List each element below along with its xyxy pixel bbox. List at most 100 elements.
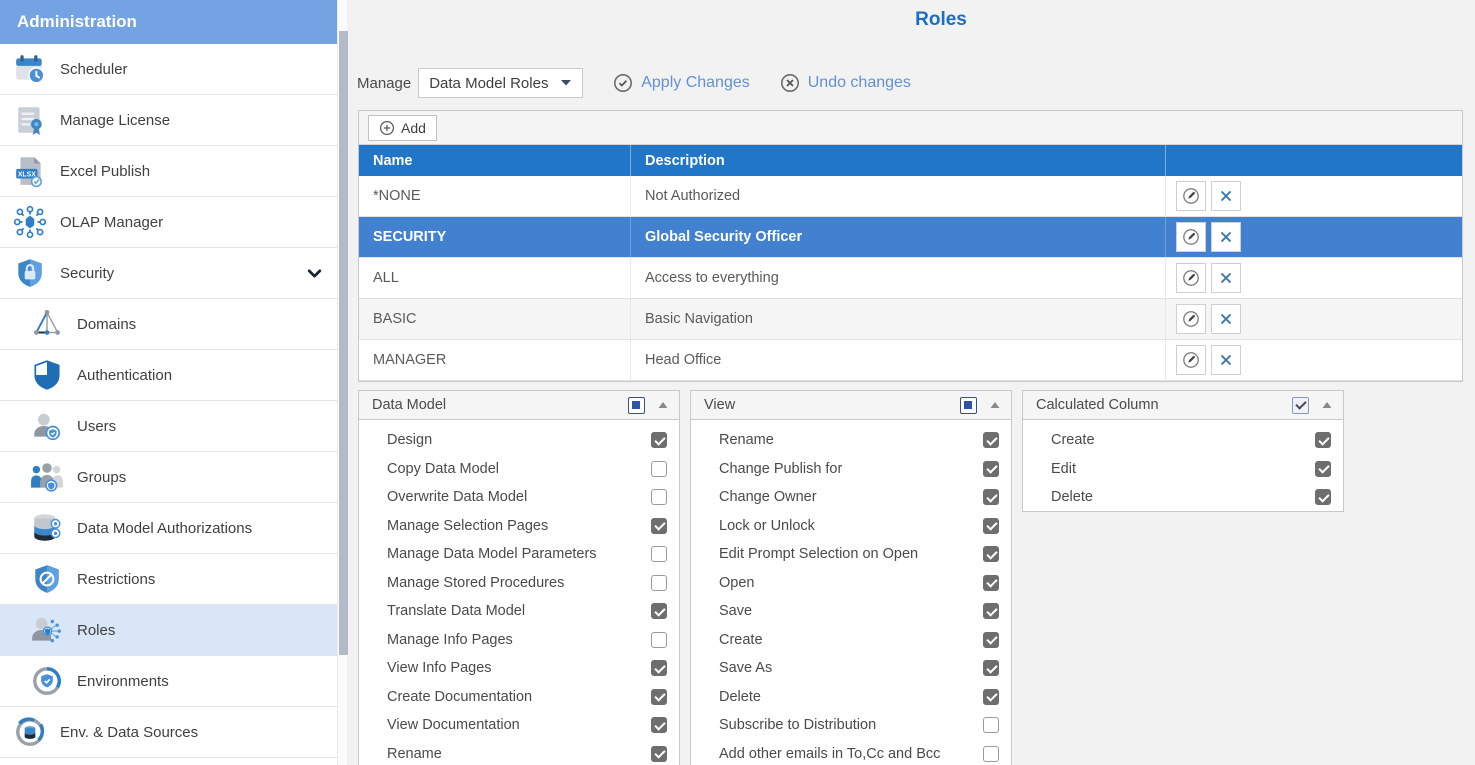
delete-role-button[interactable] [1211, 222, 1241, 252]
edit-role-button[interactable] [1176, 263, 1206, 293]
sidebar-item-manage-license[interactable]: Manage License [0, 95, 337, 146]
role-description-cell: Not Authorized [631, 176, 1166, 216]
chevron-down-icon[interactable] [306, 265, 323, 282]
environments-icon [30, 664, 64, 698]
column-header-name[interactable]: Name [359, 145, 631, 176]
column-header-actions[interactable] [1166, 145, 1462, 176]
sidebar-item-environments[interactable]: Environments [0, 656, 337, 707]
permission-checkbox[interactable] [983, 432, 999, 448]
sidebar-item-authentication[interactable]: Authentication [0, 350, 337, 401]
manage-roles-dropdown[interactable]: Data Model Roles [418, 68, 583, 98]
permission-checkbox[interactable] [651, 461, 667, 477]
permission-checkbox[interactable] [651, 489, 667, 505]
permission-checkbox[interactable] [983, 461, 999, 477]
sidebar-item-olap-manager[interactable]: OLAP Manager [0, 197, 337, 248]
column-header-description[interactable]: Description [631, 145, 1166, 176]
sidebar-item-label: Authentication [77, 367, 172, 384]
permission-checkbox[interactable] [651, 660, 667, 676]
permission-item: Lock or Unlock [691, 512, 1011, 541]
permission-item: Open [691, 569, 1011, 598]
delete-role-button[interactable] [1211, 345, 1241, 375]
delete-role-button[interactable] [1211, 181, 1241, 211]
sidebar-item-scheduler[interactable]: Scheduler [0, 44, 337, 95]
role-actions-cell [1166, 176, 1462, 216]
sidebar-item-excel-publish[interactable]: XLSXExcel Publish [0, 146, 337, 197]
permission-item: View Documentation [359, 711, 679, 740]
role-name-cell: SECURITY [359, 217, 631, 257]
permission-item: View Info Pages [359, 654, 679, 683]
table-row-manager[interactable]: MANAGERHead Office [359, 340, 1462, 381]
role-actions-cell [1166, 299, 1462, 339]
permission-label: Manage Selection Pages [387, 518, 651, 534]
permission-checkbox[interactable] [651, 432, 667, 448]
role-actions-cell [1166, 217, 1462, 257]
permission-checkbox[interactable] [983, 746, 999, 762]
edit-role-button[interactable] [1176, 304, 1206, 334]
permission-checkbox[interactable] [651, 746, 667, 762]
permission-checkbox[interactable] [983, 660, 999, 676]
edit-role-button[interactable] [1176, 345, 1206, 375]
permission-checkbox[interactable] [1315, 461, 1331, 477]
permission-item: Change Owner [691, 483, 1011, 512]
permission-checkbox[interactable] [651, 689, 667, 705]
sidebar-item-env-data-sources[interactable]: Env. & Data Sources [0, 707, 337, 758]
add-role-button[interactable]: Add [368, 115, 437, 141]
excel-publish-icon: XLSX [13, 154, 47, 188]
permission-checkbox[interactable] [651, 603, 667, 619]
collapse-arrow-icon[interactable] [1322, 401, 1332, 409]
apply-changes-button[interactable]: Apply Changes [613, 73, 750, 93]
sidebar-scrollbar[interactable] [337, 0, 347, 765]
permission-checkbox[interactable] [983, 575, 999, 591]
permission-checkbox[interactable] [983, 689, 999, 705]
table-row-security[interactable]: SECURITYGlobal Security Officer [359, 217, 1462, 258]
sidebar-item-roles[interactable]: Roles [0, 605, 337, 656]
permission-checkbox[interactable] [651, 717, 667, 733]
sidebar-item-data-model-authorizations[interactable]: Data Model Authorizations [0, 503, 337, 554]
permission-checkbox[interactable] [983, 717, 999, 733]
permission-checkbox[interactable] [1315, 489, 1331, 505]
table-row-basic[interactable]: BASICBasic Navigation [359, 299, 1462, 340]
permission-checkbox[interactable] [651, 518, 667, 534]
delete-role-button[interactable] [1211, 304, 1241, 334]
permission-checkbox[interactable] [983, 632, 999, 648]
edit-role-button[interactable] [1176, 222, 1206, 252]
permission-checkbox[interactable] [1315, 432, 1331, 448]
role-description-cell: Global Security Officer [631, 217, 1166, 257]
collapse-arrow-icon[interactable] [658, 401, 668, 409]
panel-header: Data Model [358, 390, 680, 420]
permission-item: Add other emails in To,Cc and Bcc [691, 740, 1011, 765]
permission-checkbox[interactable] [651, 632, 667, 648]
delete-role-button[interactable] [1211, 263, 1241, 293]
permission-checkbox[interactable] [983, 603, 999, 619]
table-row-all[interactable]: ALLAccess to everything [359, 258, 1462, 299]
sidebar-item-label: Domains [77, 316, 136, 333]
sidebar-item-groups[interactable]: Groups [0, 452, 337, 503]
sidebar-item-label: Security [60, 265, 114, 282]
permission-checkbox[interactable] [651, 575, 667, 591]
sidebar-item-domains[interactable]: Domains [0, 299, 337, 350]
domains-icon [30, 307, 64, 341]
permission-item: Rename [691, 426, 1011, 455]
main-content: Roles Manage Data Model Roles Apply Chan… [347, 0, 1475, 765]
select-all-checkbox[interactable] [1292, 397, 1309, 414]
permission-checkbox[interactable] [651, 546, 667, 562]
permission-checkbox[interactable] [983, 546, 999, 562]
permission-checkbox[interactable] [983, 489, 999, 505]
sidebar-item-users[interactable]: Users [0, 401, 337, 452]
sidebar-item-label: Groups [77, 469, 126, 486]
collapse-arrow-icon[interactable] [990, 401, 1000, 409]
select-all-checkbox[interactable] [960, 397, 977, 414]
permission-checkbox[interactable] [983, 518, 999, 534]
permission-item: Edit [1023, 455, 1343, 484]
permission-item: Subscribe to Distribution [691, 711, 1011, 740]
sidebar-item-label: Environments [77, 673, 169, 690]
sidebar-item-security[interactable]: Security [0, 248, 337, 299]
permission-label: Copy Data Model [387, 461, 651, 477]
table-body: *NONENot AuthorizedSECURITYGlobal Securi… [359, 176, 1462, 381]
panel-header: Calculated Column [1022, 390, 1344, 420]
undo-changes-button[interactable]: Undo changes [780, 73, 911, 93]
sidebar-item-restrictions[interactable]: Restrictions [0, 554, 337, 605]
edit-role-button[interactable] [1176, 181, 1206, 211]
table-row-none[interactable]: *NONENot Authorized [359, 176, 1462, 217]
select-all-checkbox[interactable] [628, 397, 645, 414]
